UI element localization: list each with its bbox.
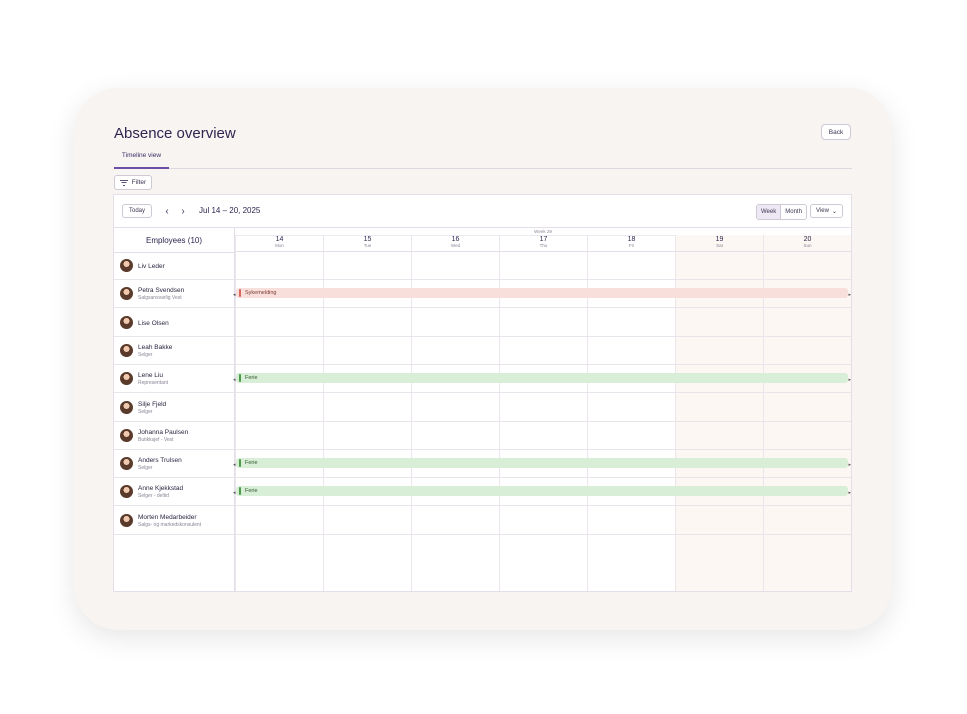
day-name: Sat (716, 243, 723, 248)
week-toggle[interactable]: Week (757, 205, 782, 219)
employee-row[interactable]: Anne Kjekkstad Selger - deltid Ferie ◂ ▸ (114, 478, 851, 507)
day-number: 15 (363, 236, 372, 243)
filter-icon (119, 179, 128, 186)
absence-label: Ferie (245, 460, 258, 467)
day-name: Fri (628, 243, 635, 248)
day-number: 16 (451, 236, 460, 243)
day-header: 17 Thu (500, 235, 587, 252)
employee-row[interactable]: Lise Olsen (114, 309, 851, 337)
avatar (120, 315, 133, 329)
absence-bar[interactable]: Ferie ◂ ▸ (233, 458, 851, 469)
avatar (120, 457, 133, 471)
day-header: 19 Sat (676, 235, 763, 252)
employee-role: Representant (138, 380, 169, 387)
employee-row[interactable]: Anders Trulsen Selger Ferie ◂ ▸ (114, 450, 851, 479)
avatar (120, 428, 133, 442)
arrow-right-icon: ▸ (848, 462, 851, 469)
employee-row[interactable]: Morten Medarbeider Salgs- og markedskonsu… (114, 507, 851, 535)
day-header: 15 Tue (324, 235, 411, 252)
employee-role: Selger - deltid (138, 493, 169, 500)
avatar (120, 372, 133, 386)
day-number: 20 (803, 236, 812, 243)
avatar (120, 343, 133, 357)
arrow-left-icon: ◂ (233, 292, 236, 299)
chevron-right-icon[interactable]: › (177, 204, 189, 218)
arrow-left-icon: ◂ (233, 490, 236, 497)
day-name: Mon (275, 243, 284, 248)
employees-header: Employees (10) (114, 227, 234, 253)
day-number: 14 (275, 236, 284, 243)
employee-role: Selger (138, 465, 153, 472)
view-label: View (816, 208, 829, 214)
chevron-left-icon[interactable]: ‹ (161, 204, 173, 218)
absence-card: Absence overview Back Timeline view Filt… (74, 88, 892, 630)
employee-role: Salgs- og markedskonsulent (138, 521, 202, 528)
absence-bar[interactable]: Sykemelding ◂ ▸ (233, 288, 851, 299)
view-dropdown[interactable]: View ⌄ (810, 204, 843, 218)
avatar (120, 259, 133, 272)
absence-label: Sykemelding (245, 290, 277, 297)
day-name: Wed (450, 243, 461, 248)
employee-name: Petra Svendsen (138, 287, 185, 295)
arrow-left-icon: ◂ (233, 377, 236, 384)
avatar (120, 513, 133, 527)
date-range: Jul 14 – 20, 2025 (199, 206, 261, 215)
arrow-right-icon: ▸ (848, 377, 851, 384)
day-number: 17 (539, 236, 548, 243)
employee-name: Leah Bakke (138, 343, 173, 351)
employee-row[interactable]: Johanna Paulsen Butikksjef - Vest (114, 422, 851, 450)
day-header: 20 Sun (764, 235, 851, 252)
day-number: 19 (715, 236, 724, 243)
employee-row[interactable]: Leah Bakke Selger (114, 337, 851, 365)
period-toggle: Week Month (756, 204, 807, 220)
absence-bar[interactable]: Ferie ◂ ▸ (233, 373, 851, 384)
employee-name: Liv Leder (138, 263, 165, 270)
employee-row[interactable]: Silje Fjeld Selger (114, 394, 851, 422)
employee-name: Lene Liu (138, 372, 163, 380)
employee-role: Selger (138, 351, 153, 358)
chevron-down-icon: ⌄ (831, 208, 837, 215)
day-header: 14 Mon (236, 235, 323, 252)
month-toggle[interactable]: Month (781, 205, 806, 219)
day-name: Thu (539, 243, 548, 248)
employee-row[interactable]: Lene Liu Representant Ferie ◂ ▸ (114, 365, 851, 394)
arrow-right-icon: ▸ (848, 292, 851, 299)
tab-timeline-view[interactable]: Timeline view (114, 152, 169, 169)
employee-name: Anders Trulsen (138, 457, 182, 465)
day-name: Sun (803, 243, 812, 248)
employee-name: Morten Medarbeider (138, 513, 197, 521)
today-button[interactable]: Today (122, 204, 152, 218)
employee-name: Anne Kjekkstad (138, 485, 184, 493)
day-header: 18 Fri (588, 235, 675, 252)
page-title: Absence overview (114, 125, 236, 142)
day-name: Tue (363, 243, 372, 248)
employee-role: Selger (138, 408, 153, 415)
employee-role: Salgsansvarlig Vest (138, 295, 182, 302)
filter-label: Filter (131, 179, 147, 186)
employee-row[interactable]: Liv Leder (114, 252, 851, 280)
absence-bar[interactable]: Ferie ◂ ▸ (233, 486, 851, 497)
absence-label: Ferie (245, 488, 258, 495)
absence-label: Ferie (245, 375, 258, 382)
avatar (120, 287, 133, 301)
timeline-panel: Today ‹ › Jul 14 – 20, 2025 Week Month V… (113, 194, 852, 592)
timeline-grid: Employees (10) Week 29 14 Mon 15 Tue 16 Wed 17… (114, 227, 851, 591)
avatar (120, 485, 133, 499)
day-number: 18 (627, 236, 636, 243)
employee-name: Silje Fjeld (138, 400, 167, 408)
back-button[interactable]: Back (821, 124, 851, 140)
arrow-left-icon: ◂ (233, 462, 236, 469)
employee-role: Butikksjef - Vest (138, 436, 174, 443)
tab-bar: Timeline view (114, 152, 852, 169)
avatar (120, 400, 133, 414)
day-header: 16 Wed (412, 235, 499, 252)
arrow-right-icon: ▸ (848, 490, 851, 497)
filter-button[interactable]: Filter (114, 175, 152, 190)
employee-row[interactable]: Petra Svendsen Salgsansvarlig Vest Sykemel… (114, 280, 851, 309)
employee-name: Lise Olsen (138, 319, 169, 327)
employee-name: Johanna Paulsen (138, 428, 189, 436)
timeline-toolbar: Today ‹ › Jul 14 – 20, 2025 Week Month V… (114, 195, 851, 227)
